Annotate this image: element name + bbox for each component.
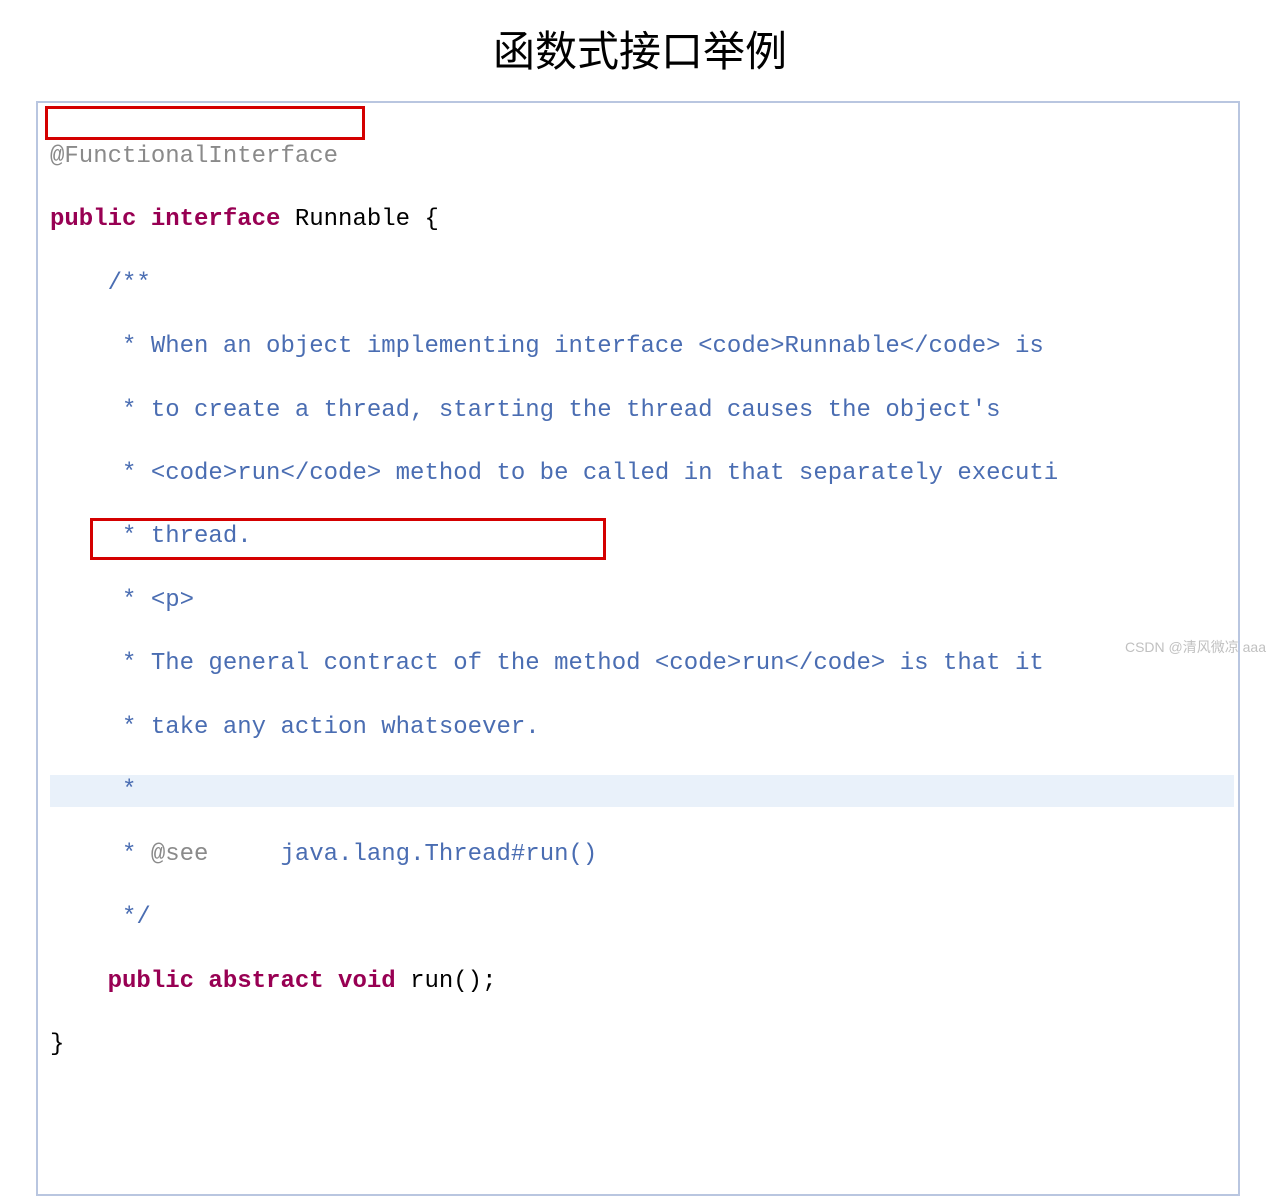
javadoc-line: * thread. — [50, 523, 252, 550]
javadoc-blank-line: * — [50, 777, 136, 804]
indent — [50, 968, 108, 995]
javadoc-line: * <p> — [50, 587, 194, 614]
type-name-runnable: Runnable { — [295, 206, 439, 233]
closing-brace: } — [50, 1031, 64, 1058]
javadoc-line: * <code>run</code> method to be called i… — [50, 460, 1058, 487]
keyword-public-interface: public interface — [50, 206, 295, 233]
javadoc-line: * When an object implementing interface … — [50, 333, 1044, 360]
see-tag: @see — [151, 841, 209, 868]
keyword-public-abstract-void: public abstract void — [108, 968, 410, 995]
javadoc-start: /** — [50, 270, 151, 297]
javadoc-line: * The general contract of the method <co… — [50, 650, 1044, 677]
watermark: CSDN @清风微凉 aaa — [1125, 637, 1266, 657]
annotation-line: @FunctionalInterface — [50, 143, 338, 170]
highlight-box-annotation — [45, 106, 365, 140]
javadoc-see-ref: java.lang.Thread#run() — [208, 841, 597, 868]
code-block: @FunctionalInterface public interface Ru… — [36, 101, 1240, 1196]
javadoc-end: */ — [50, 904, 151, 931]
javadoc-see-prefix: * — [50, 841, 151, 868]
method-run: run(); — [410, 968, 496, 995]
page-title: 函数式接口举例 — [0, 0, 1280, 101]
javadoc-line: * to create a thread, starting the threa… — [50, 397, 1001, 424]
javadoc-line: * take any action whatsoever. — [50, 714, 540, 741]
